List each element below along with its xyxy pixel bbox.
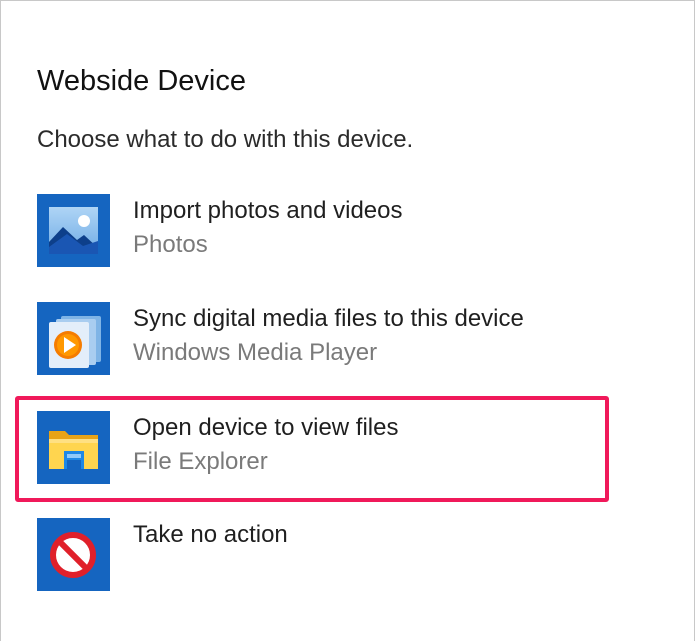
no-action-icon: [37, 518, 110, 591]
option-app-name: Windows Media Player: [133, 339, 378, 366]
file-explorer-icon: [37, 411, 110, 484]
option-label: Take no action: [133, 521, 288, 548]
option-sync-media[interactable]: Sync digital media files to this device …: [37, 302, 617, 382]
option-app-name: Photos: [133, 231, 208, 258]
option-open-device[interactable]: Open device to view files File Explorer: [37, 411, 617, 491]
option-app-name: File Explorer: [133, 448, 268, 475]
option-import-photos[interactable]: Import photos and videos Photos: [37, 194, 617, 274]
windows-media-player-icon: [37, 302, 110, 375]
option-label: Import photos and videos: [133, 197, 403, 224]
autoplay-dialog: Webside Device Choose what to do with th…: [0, 0, 695, 641]
option-take-no-action[interactable]: Take no action: [37, 518, 617, 598]
option-label: Sync digital media files to this device: [133, 305, 524, 332]
dialog-subtitle: Choose what to do with this device.: [37, 126, 414, 153]
photos-icon: [37, 194, 110, 267]
dialog-title: Webside Device: [37, 65, 247, 97]
option-label: Open device to view files: [133, 414, 399, 441]
